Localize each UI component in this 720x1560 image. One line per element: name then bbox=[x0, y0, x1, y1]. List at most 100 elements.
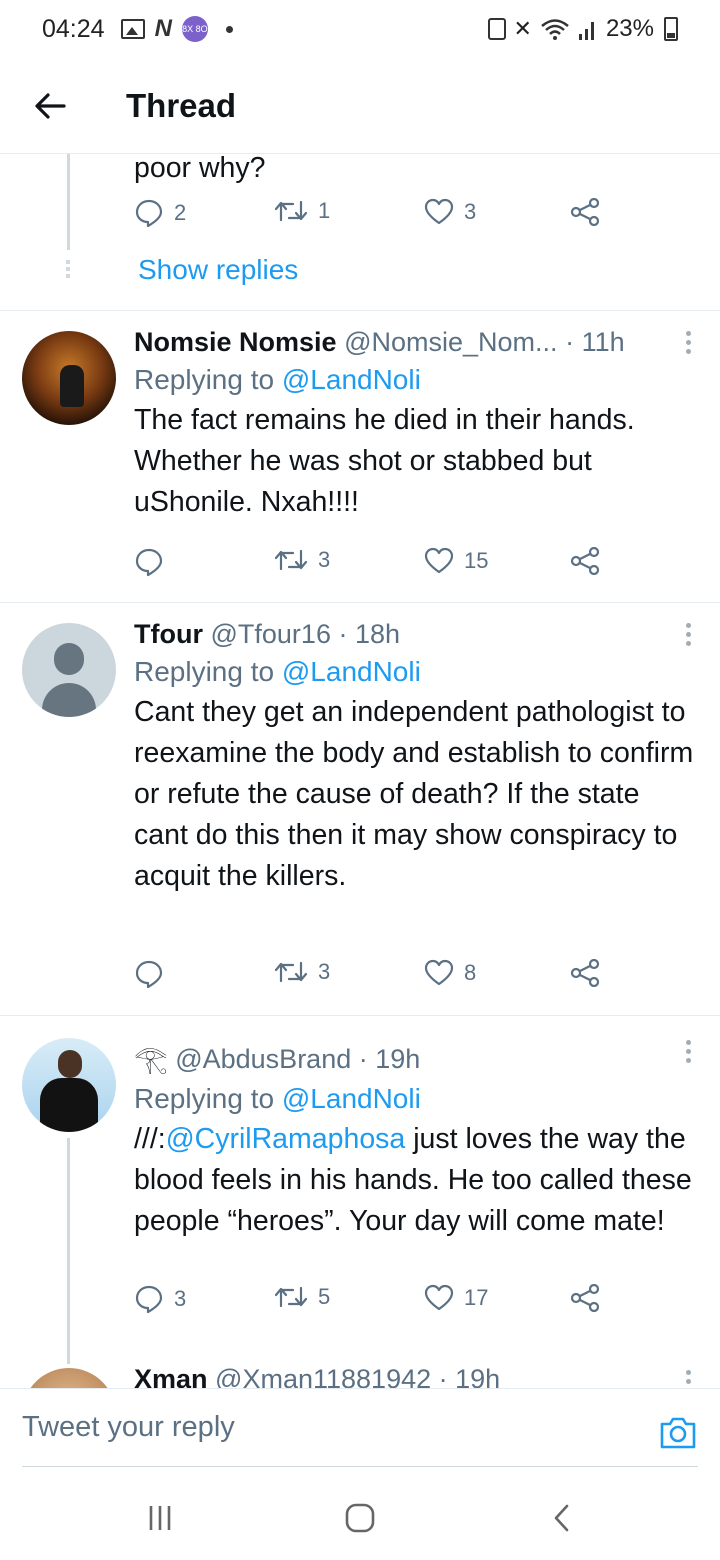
system-nav-bar bbox=[0, 1478, 720, 1560]
tweet-xman[interactable]: Xman @Xman11881942 · 19h bbox=[0, 1356, 720, 1388]
author-name[interactable]: Tfour bbox=[134, 619, 203, 649]
heart-icon bbox=[424, 547, 454, 574]
share-icon bbox=[570, 1284, 600, 1312]
speech-bubble-icon bbox=[135, 199, 163, 228]
thread-line bbox=[67, 1138, 70, 1364]
inline-mention[interactable]: @CyrilRamaphosa bbox=[166, 1123, 406, 1155]
like-count: 15 bbox=[464, 548, 489, 573]
share-icon bbox=[570, 959, 600, 987]
tweet-actions: 2 1 3 bbox=[134, 198, 614, 238]
retweet-count: 3 bbox=[318, 959, 331, 984]
more-options-button[interactable] bbox=[686, 1370, 692, 1388]
replying-to: Replying to @LandNoli bbox=[134, 656, 421, 687]
reply-button[interactable]: 2 bbox=[134, 198, 186, 228]
like-button[interactable]: 17 bbox=[424, 1284, 488, 1312]
tweet-time: · 19h bbox=[358, 1044, 421, 1074]
thread-timeline[interactable]: poor why? 2 1 3 Show replies Nomsie Noms… bbox=[0, 154, 720, 1388]
share-icon bbox=[570, 547, 600, 575]
more-notifications-dot-icon bbox=[225, 25, 233, 33]
tweet-actions: 3 5 17 bbox=[134, 1284, 614, 1324]
tweet-text: The fact remains he died in their hands.… bbox=[134, 404, 635, 518]
retweet-button[interactable]: 3 bbox=[274, 547, 330, 573]
retweet-button[interactable]: 3 bbox=[274, 959, 330, 985]
status-time: 04:24 bbox=[42, 14, 105, 43]
avatar[interactable] bbox=[22, 1038, 116, 1132]
reply-input[interactable]: Tweet your reply bbox=[22, 1389, 698, 1467]
tweet-meta: Nomsie Nomsie @Nomsie_Nom... · 11h bbox=[134, 327, 700, 358]
share-button[interactable] bbox=[570, 1284, 600, 1312]
tweet-tfour[interactable]: Tfour @Tfour16 · 18h Replying to @LandNo… bbox=[0, 603, 720, 1015]
retweet-count: 1 bbox=[318, 198, 331, 223]
battery-icon bbox=[664, 17, 678, 41]
app-notification-icon: 8X 8O bbox=[181, 16, 208, 42]
like-button[interactable]: 8 bbox=[424, 959, 476, 987]
avatar[interactable] bbox=[22, 331, 116, 425]
tweet-text: poor why? bbox=[134, 154, 266, 184]
signal-icon bbox=[578, 22, 594, 40]
retweet-icon bbox=[274, 549, 308, 571]
arrow-left-icon bbox=[35, 92, 66, 119]
more-options-button[interactable] bbox=[686, 331, 692, 358]
thread-dots bbox=[66, 260, 70, 281]
thread-line bbox=[67, 154, 70, 250]
system-back-button[interactable] bbox=[542, 1498, 582, 1538]
status-bar: 04:24 N 8X 8O ✕ 23% bbox=[0, 0, 720, 58]
like-button[interactable]: 15 bbox=[424, 547, 488, 575]
tweet-nomsie[interactable]: Nomsie Nomsie @Nomsie_Nom... · 11h Reply… bbox=[0, 311, 720, 601]
reply-button[interactable]: 3 bbox=[134, 1284, 186, 1314]
replying-to-mention[interactable]: @LandNoli bbox=[282, 656, 421, 687]
share-button[interactable] bbox=[570, 547, 600, 575]
tweet-time: · 18h bbox=[338, 619, 401, 649]
share-button[interactable] bbox=[570, 198, 600, 226]
author-name[interactable]: Xman bbox=[134, 1364, 208, 1388]
avatar[interactable] bbox=[22, 1368, 116, 1388]
retweet-icon bbox=[274, 1286, 308, 1308]
heart-icon bbox=[424, 959, 454, 986]
wifi-icon bbox=[541, 19, 569, 40]
retweet-icon bbox=[274, 961, 308, 983]
reply-count: 2 bbox=[174, 200, 187, 225]
camera-icon bbox=[660, 1417, 696, 1449]
retweet-count: 5 bbox=[318, 1284, 331, 1309]
more-options-button[interactable] bbox=[686, 623, 692, 650]
recent-apps-button[interactable] bbox=[140, 1498, 180, 1538]
chevron-left-icon bbox=[554, 1504, 569, 1532]
reply-button[interactable] bbox=[134, 959, 174, 989]
speech-bubble-icon bbox=[135, 548, 163, 577]
thread-header: Thread bbox=[0, 58, 720, 154]
tweet-abdusbrand[interactable]: 𓂀 @AbdusBrand · 19h Replying to @LandNol… bbox=[0, 1016, 720, 1364]
retweet-count: 3 bbox=[318, 547, 331, 572]
camera-button[interactable] bbox=[658, 1415, 698, 1456]
more-options-button[interactable] bbox=[686, 1040, 692, 1067]
tweet-partial-top[interactable]: poor why? 2 1 3 Show replies bbox=[0, 154, 720, 310]
replying-to: Replying to @LandNoli bbox=[134, 1083, 421, 1114]
reply-count: 3 bbox=[174, 1286, 187, 1311]
author-handle: @AbdusBrand bbox=[175, 1044, 352, 1074]
page-title: Thread bbox=[126, 86, 237, 124]
replying-to-mention[interactable]: @LandNoli bbox=[282, 364, 421, 395]
replying-to-mention[interactable]: @LandNoli bbox=[282, 1083, 421, 1114]
battery-percent: 23% bbox=[605, 15, 654, 42]
reply-button[interactable] bbox=[134, 547, 174, 577]
author-name[interactable]: Nomsie Nomsie bbox=[134, 327, 337, 357]
retweet-button[interactable]: 5 bbox=[274, 1284, 330, 1310]
home-button[interactable] bbox=[340, 1498, 380, 1538]
tweet-meta: Tfour @Tfour16 · 18h bbox=[134, 619, 700, 650]
heart-icon bbox=[424, 198, 454, 225]
tweet-time: · 19h bbox=[438, 1364, 501, 1388]
speech-bubble-icon bbox=[135, 960, 163, 989]
like-count: 8 bbox=[464, 960, 477, 985]
back-button[interactable] bbox=[0, 58, 100, 154]
retweet-icon bbox=[274, 200, 308, 222]
author-handle: @Nomsie_Nom... bbox=[344, 327, 558, 357]
share-icon bbox=[570, 198, 600, 226]
like-button[interactable]: 3 bbox=[424, 198, 476, 226]
share-button[interactable] bbox=[570, 959, 600, 987]
default-avatar[interactable] bbox=[22, 623, 116, 717]
retweet-button[interactable]: 1 bbox=[274, 198, 330, 224]
tweet-time: · 11h bbox=[565, 327, 625, 357]
tweet-meta: Xman @Xman11881942 · 19h bbox=[134, 1364, 700, 1388]
show-replies-link[interactable]: Show replies bbox=[138, 254, 298, 286]
lock-icon bbox=[487, 18, 506, 40]
speech-bubble-icon bbox=[135, 1285, 163, 1314]
